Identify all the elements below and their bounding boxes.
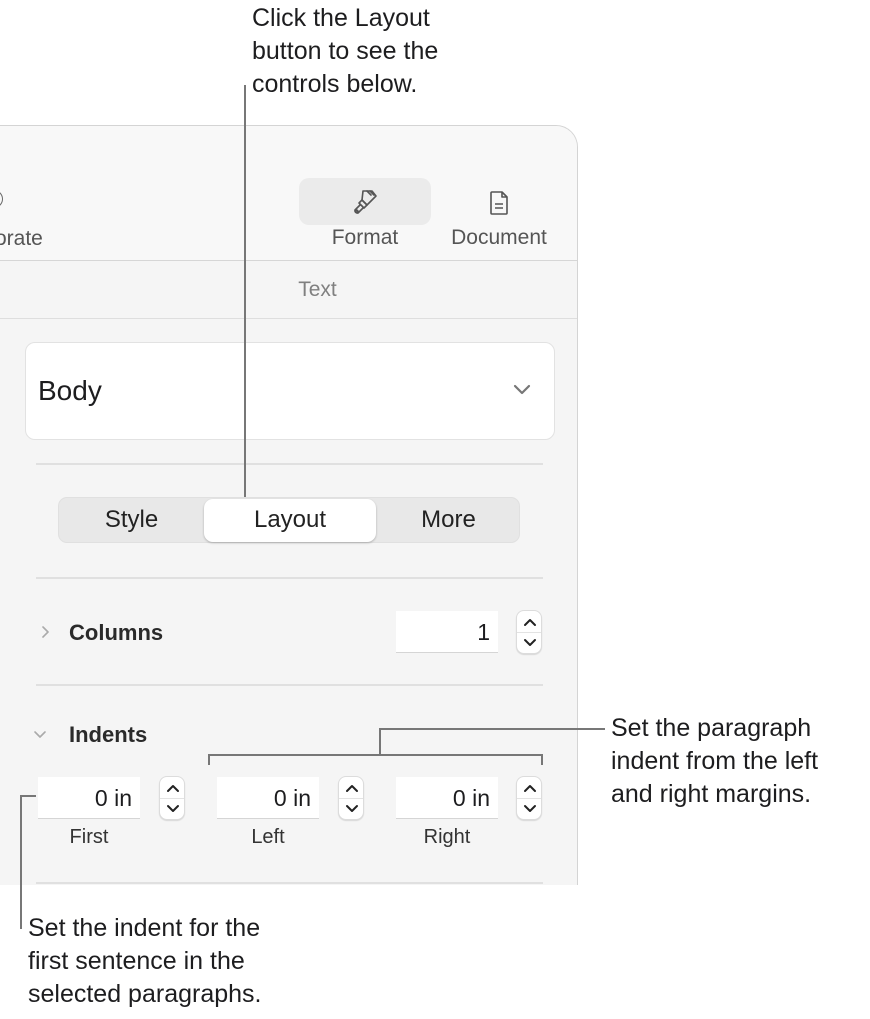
- chevron-down-icon[interactable]: [165, 803, 181, 815]
- document-button[interactable]: Document: [439, 178, 559, 260]
- callout-left-right: Set the paragraph indent from the left a…: [611, 712, 818, 811]
- callout-bracket: [208, 754, 210, 765]
- document-button-label: Document: [451, 226, 547, 249]
- stepper-divider: [517, 798, 541, 799]
- callout-line: first sentence in the: [28, 947, 245, 975]
- chevron-right-icon[interactable]: [38, 625, 52, 639]
- callout-line: Set the indent for the: [28, 914, 261, 942]
- stepper-divider: [339, 798, 363, 799]
- document-icon: [490, 191, 508, 215]
- callout-bracket: [541, 754, 543, 765]
- inspector-panel: orate Format Document Text Body: [0, 125, 578, 885]
- divider: [36, 684, 543, 686]
- chevron-down-icon[interactable]: [33, 727, 47, 741]
- callout-leader-left-right: [379, 728, 381, 754]
- first-indent-field[interactable]: 0 in: [38, 777, 140, 819]
- callout-line: and right margins.: [611, 780, 812, 808]
- divider: [36, 463, 543, 465]
- right-indent-stepper[interactable]: [516, 776, 542, 820]
- chevron-up-icon[interactable]: [522, 782, 538, 794]
- callout-line: controls below.: [252, 70, 418, 98]
- chevron-up-icon[interactable]: [165, 782, 181, 794]
- left-indent-label: Left: [251, 826, 285, 848]
- right-indent-label: Right: [423, 826, 471, 848]
- first-indent-label: First: [69, 826, 109, 848]
- stepper-divider: [160, 798, 184, 799]
- format-button[interactable]: Format: [299, 178, 431, 260]
- divider: [36, 882, 543, 884]
- section-title: Text: [0, 261, 577, 319]
- chevron-up-icon[interactable]: [522, 616, 538, 628]
- left-indent-field[interactable]: 0 in: [217, 777, 319, 819]
- left-indent-stepper[interactable]: [338, 776, 364, 820]
- layout-segmented-control: Style Layout More: [58, 497, 520, 543]
- columns-stepper[interactable]: [516, 610, 542, 654]
- callout-line: Set the paragraph: [611, 714, 812, 742]
- callout-line: button to see the: [252, 37, 439, 65]
- callout-first: Set the indent for the first sentence in…: [28, 912, 261, 1011]
- callout-line: indent from the left: [611, 747, 819, 775]
- paintbrush-icon: [354, 190, 377, 214]
- callout-leader-first: [20, 795, 36, 797]
- callout-line: selected paragraphs.: [28, 980, 262, 1008]
- tab-more[interactable]: More: [376, 498, 521, 542]
- columns-field[interactable]: 1: [396, 611, 498, 653]
- callout-line: Click the Layout: [252, 4, 430, 32]
- indents-label[interactable]: Indents: [69, 722, 147, 748]
- format-button-label: Format: [331, 226, 399, 249]
- callout-layout: Click the Layout button to see the contr…: [252, 2, 438, 101]
- collaborate-button-label[interactable]: orate: [0, 227, 43, 251]
- callout-leader-layout: [244, 85, 246, 497]
- tab-layout[interactable]: Layout: [204, 499, 376, 542]
- first-indent-stepper[interactable]: [159, 776, 185, 820]
- right-indent-field[interactable]: 0 in: [396, 777, 498, 819]
- collaborate-icon: [0, 190, 3, 208]
- chevron-down-icon[interactable]: [522, 803, 538, 815]
- chevron-down-icon[interactable]: [522, 637, 538, 649]
- section-title-text: Text: [298, 278, 337, 301]
- toolbar: orate Format Document: [0, 126, 577, 261]
- tab-style[interactable]: Style: [59, 498, 204, 542]
- callout-leader-first: [20, 795, 22, 929]
- callout-leader-left-right: [379, 728, 605, 730]
- stepper-divider: [517, 632, 541, 633]
- chevron-up-icon[interactable]: [344, 782, 360, 794]
- paragraph-style-value: Body: [38, 375, 102, 406]
- paragraph-style-popup[interactable]: Body: [25, 342, 555, 440]
- columns-label[interactable]: Columns: [69, 620, 163, 646]
- callout-bracket: [208, 754, 543, 756]
- chevron-down-icon: [513, 384, 531, 395]
- divider: [36, 577, 543, 579]
- chevron-down-icon[interactable]: [344, 803, 360, 815]
